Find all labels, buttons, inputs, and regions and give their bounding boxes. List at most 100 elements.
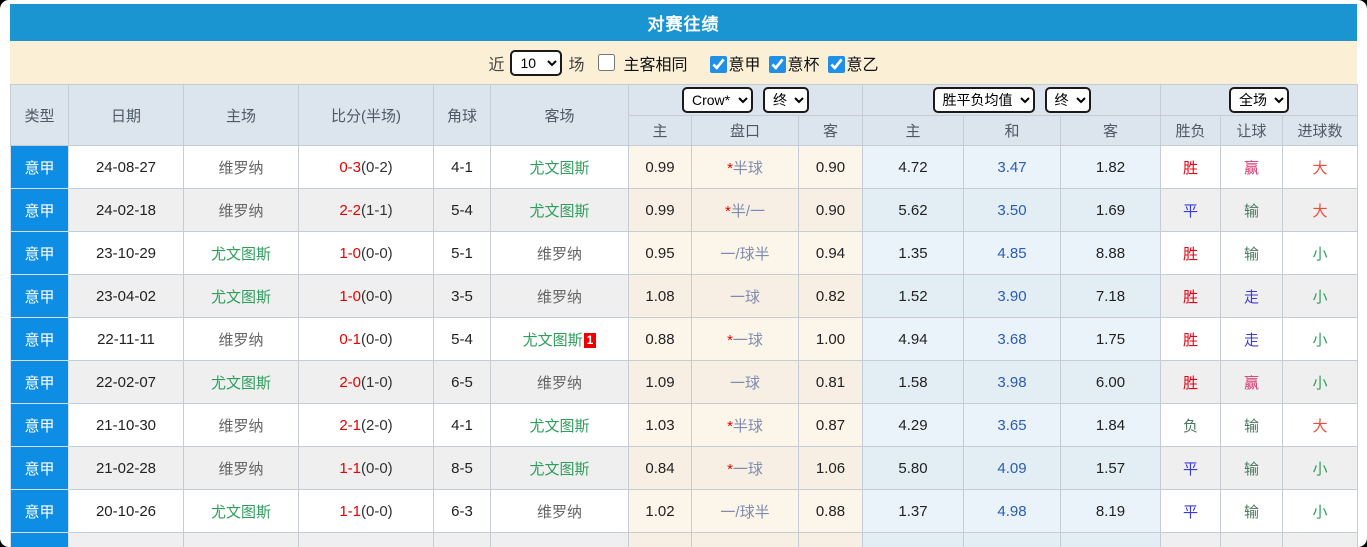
avg-draw-cell: 3.65: [963, 403, 1062, 447]
page: 对赛往绩 近 10 场 主客相同 意甲 意杯 意乙 类型 日期 主场 比分(半场…: [0, 0, 1367, 547]
col-header-type: 类型: [10, 84, 69, 146]
home-team-cell: 维罗纳: [183, 145, 299, 189]
sub-header-avg-draw: 和: [963, 115, 1062, 146]
home-team-cell: 维罗纳: [183, 532, 299, 547]
home-team-cell: 尤文图斯: [183, 231, 299, 275]
league-label-1: 意杯: [787, 56, 820, 74]
result-group-header: 全场: [1160, 84, 1359, 116]
league-cell: 意甲: [10, 231, 69, 275]
match-row: 意甲 24-02-18 维罗纳 2-2(1-1) 5-4 尤文图斯 0.99 *半/一 0.90…: [10, 188, 1359, 232]
corner-cell: 5-4: [433, 317, 491, 361]
avg-home-cell: 6.06: [862, 532, 965, 547]
handicap-result-cell: 走: [1220, 317, 1284, 361]
odds-away-cell: 0.88: [797, 489, 864, 533]
away-team-cell: 维罗纳: [490, 360, 629, 404]
result-cell: 负: [1160, 532, 1222, 547]
sub-header-handicap: 盘口: [691, 115, 799, 146]
avg-away-cell: 1.75: [1060, 317, 1162, 361]
league-checkbox-2[interactable]: [827, 55, 845, 73]
match-row: 意甲 20-10-26 尤文图斯 1-1(0-0) 6-3 维罗纳 1.02 一/球半 0.88…: [10, 489, 1359, 533]
league-checkbox-1[interactable]: [768, 55, 786, 73]
corner-cell: 6-5: [433, 360, 491, 404]
result-cell: 负: [1160, 403, 1222, 447]
sub-header-result: 胜负: [1160, 115, 1222, 146]
odds-away-cell: 1.06: [797, 446, 864, 490]
league-cell: 意甲: [10, 145, 69, 189]
result-cell: 胜: [1160, 274, 1222, 318]
odds-away-cell: 1.00: [797, 317, 864, 361]
avg-stage-select[interactable]: 终: [1044, 87, 1091, 113]
odds-away-cell: 0.90: [797, 188, 864, 232]
handicap-cell: *一球: [691, 317, 799, 361]
handicap-cell: 一球: [691, 274, 799, 318]
odds-home-cell: 0.88: [628, 317, 692, 361]
avg-home-cell: 4.29: [862, 403, 965, 447]
avg-draw-cell: 4.85: [963, 231, 1062, 275]
odds-stage-select[interactable]: 终: [763, 87, 809, 113]
col-header-score: 比分(半场): [298, 84, 434, 146]
goals-cell: 小: [1282, 274, 1359, 318]
avg-home-cell: 1.52: [862, 274, 965, 318]
match-row: 意甲 21-10-30 维罗纳 2-1(2-0) 4-1 尤文图斯 1.03 *半球 0.87 4…: [10, 403, 1359, 447]
home-team-cell: 维罗纳: [183, 317, 299, 361]
avg-away-cell: 8.88: [1060, 231, 1162, 275]
away-team-cell: 维罗纳: [490, 231, 629, 275]
away-team-cell: 尤文图斯 1: [490, 317, 629, 361]
section-header: 对赛往绩: [10, 4, 1357, 41]
handicap-cell: *半球: [691, 145, 799, 189]
away-team-cell: 尤文图斯: [490, 403, 629, 447]
league-cell: 意甲: [10, 188, 69, 232]
avg-home-cell: 4.72: [862, 145, 965, 189]
avg-away-cell: 1.69: [1060, 188, 1162, 232]
recent-count-select[interactable]: 10: [510, 49, 563, 76]
handicap-result-cell: 输: [1220, 403, 1284, 447]
same-side-checkbox[interactable]: [598, 54, 616, 71]
score-cell: 1-0(0-0): [298, 231, 434, 275]
match-row: 意甲 23-04-02 尤文图斯 1-0(0-0) 3-5 维罗纳 1.08 一球 0.82 1.…: [10, 274, 1359, 318]
odds-home-cell: 1.08: [628, 274, 692, 318]
date-cell: 24-08-27: [68, 145, 184, 189]
avg-draw-cell: 4.09: [963, 446, 1062, 490]
avg-home-cell: 1.37: [862, 489, 965, 533]
goals-cell: 小: [1282, 489, 1359, 533]
date-cell: 23-04-02: [68, 274, 184, 318]
away-team-cell: 尤文图斯: [490, 446, 629, 490]
handicap-cell: *半/一: [691, 188, 799, 232]
odds-away-cell: 0.94: [797, 231, 864, 275]
goals-cell: 大: [1282, 403, 1359, 447]
date-cell: 23-10-29: [68, 231, 184, 275]
league-checkbox-0[interactable]: [709, 55, 727, 73]
avg-type-select[interactable]: 胜平负均值: [932, 87, 1035, 113]
odds-away-cell: 0.85: [797, 532, 864, 547]
date-cell: 24-02-18: [68, 188, 184, 232]
bookmaker-select[interactable]: Crow*: [682, 87, 753, 113]
avg-draw-cell: 3.50: [963, 188, 1062, 232]
league-filter-group: 意甲 意杯 意乙: [702, 51, 879, 75]
period-select[interactable]: 全场: [1229, 87, 1290, 113]
handicap-cell: 一/球半: [691, 231, 799, 275]
match-row: 意甲 23-10-29 尤文图斯 1-0(0-0) 5-1 维罗纳 0.95 一/球半 0.94…: [10, 231, 1359, 275]
odds-home-cell: 1.03: [628, 403, 692, 447]
sub-header-avg-home: 主: [862, 115, 965, 146]
home-team-cell: 尤文图斯: [183, 360, 299, 404]
date-cell: 22-02-07: [68, 360, 184, 404]
date-cell: 21-10-30: [68, 403, 184, 447]
odds-home-cell: 1.04: [628, 532, 692, 547]
match-row: 意甲20-02-09维罗纳2-1(0-0)3-4尤文图斯1.04*半/一0.85…: [10, 532, 1359, 547]
corner-cell: 4-1: [433, 403, 491, 447]
same-side-label: 主客相同: [623, 56, 688, 74]
odds-away-cell: 0.81: [797, 360, 864, 404]
corner-cell: 4-1: [433, 145, 491, 189]
score-cell: 1-1(0-0): [298, 489, 434, 533]
avg-draw-cell: 3.90: [963, 274, 1062, 318]
handicap-result-cell: 输: [1220, 489, 1284, 533]
handicap-result-cell: 输: [1220, 532, 1284, 547]
result-cell: 胜: [1160, 360, 1222, 404]
odds-away-cell: 0.87: [797, 403, 864, 447]
league-cell: 意甲: [10, 446, 69, 490]
odds-home-cell: 0.84: [628, 446, 692, 490]
recent-label: 近: [488, 56, 505, 74]
avg-away-cell: 1.57: [1060, 446, 1162, 490]
corner-cell: 8-5: [433, 446, 491, 490]
match-row: 意甲 22-11-11 维罗纳 0-1(0-0) 5-4 尤文图斯 1 0.88 *一球 1.00…: [10, 317, 1359, 361]
